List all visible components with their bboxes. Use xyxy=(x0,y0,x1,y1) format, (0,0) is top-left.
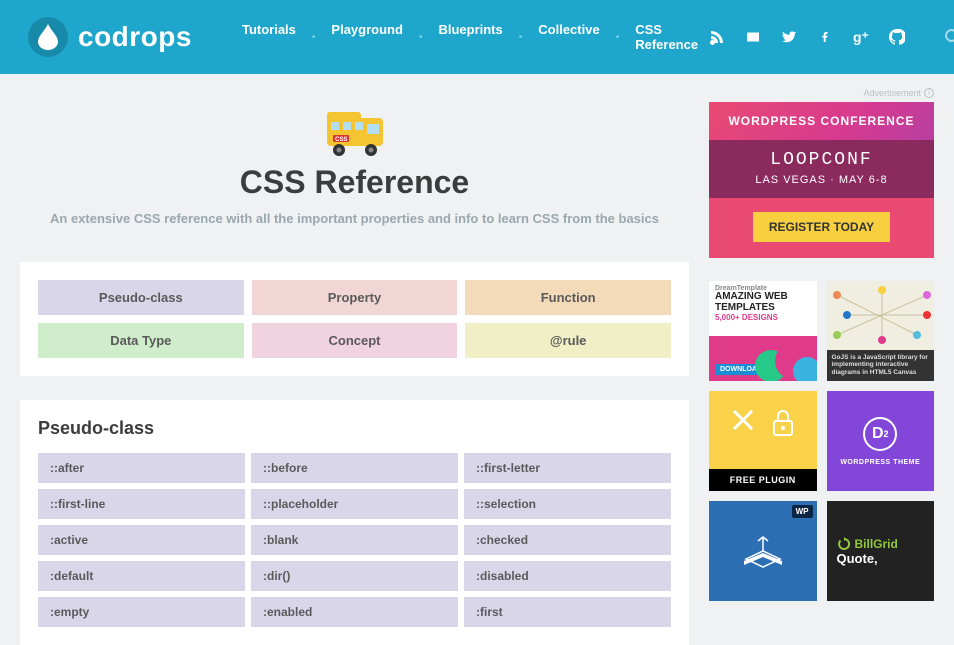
logo-text: codrops xyxy=(78,21,192,53)
page-wrap: CSS CSS Reference An extensive CSS refer… xyxy=(0,74,954,645)
ad-body: LOOPCONF LAS VEGAS · MAY 6-8 xyxy=(709,140,934,198)
list-item[interactable]: :checked xyxy=(464,525,671,555)
list-item[interactable]: ::before xyxy=(251,453,458,483)
cat-concept[interactable]: Concept xyxy=(252,323,458,358)
mail-icon[interactable] xyxy=(744,28,762,46)
nav-playground[interactable]: Playground xyxy=(321,16,413,58)
facebook-icon[interactable] xyxy=(816,28,834,46)
schoolbus-icon: CSS xyxy=(323,108,387,158)
svg-text:g⁺: g⁺ xyxy=(853,29,869,45)
nav-cssref[interactable]: CSS Reference xyxy=(625,16,708,58)
register-button[interactable]: REGISTER TODAY xyxy=(753,212,890,242)
list-item[interactable]: :blank xyxy=(251,525,458,555)
ad-heading: WORDPRESS CONFERENCE xyxy=(709,102,934,140)
list-item[interactable]: :disabled xyxy=(464,561,671,591)
ad-billgrid[interactable]: BillGrid Quote, xyxy=(827,501,935,601)
ad-grid: DreamTemplate AMAZING WEB TEMPLATES 5,00… xyxy=(709,281,934,601)
nav-blueprints[interactable]: Blueprints xyxy=(428,16,512,58)
list-item[interactable]: :default xyxy=(38,561,245,591)
github-icon[interactable] xyxy=(888,28,906,46)
main-column: CSS CSS Reference An extensive CSS refer… xyxy=(20,88,689,645)
logo[interactable]: codrops xyxy=(28,17,192,57)
twitter-icon[interactable] xyxy=(780,28,798,46)
ad-loopconf[interactable]: WORDPRESS CONFERENCE LOOPCONF LAS VEGAS … xyxy=(709,102,934,267)
recycle-icon xyxy=(837,537,851,551)
gplus-icon[interactable]: g⁺ xyxy=(852,28,870,46)
main-nav: Tutorials• Playground• Blueprints• Colle… xyxy=(232,16,708,58)
category-card: Pseudo-class Property Function Data Type… xyxy=(20,262,689,376)
cat-function[interactable]: Function xyxy=(465,280,671,315)
ad-wptheme[interactable]: D2 WORDPRESS THEME xyxy=(827,391,935,491)
list-item[interactable]: ::placeholder xyxy=(251,489,458,519)
cat-atrule[interactable]: @rule xyxy=(465,323,671,358)
section-grid: ::after ::before ::first-letter ::first-… xyxy=(38,453,671,627)
rss-icon[interactable] xyxy=(708,28,726,46)
ad-gojs[interactable]: GoJS is a JavaScript library for impleme… xyxy=(827,281,935,381)
ad-label: Advertisement i xyxy=(709,88,934,98)
ring-icon: D2 xyxy=(863,417,897,451)
drop-icon xyxy=(28,17,68,57)
ad-cta-wrap: REGISTER TODAY xyxy=(709,198,934,258)
list-item[interactable]: :active xyxy=(38,525,245,555)
header-icons: g⁺ xyxy=(708,28,954,46)
cat-property[interactable]: Property xyxy=(252,280,458,315)
nav-collective[interactable]: Collective xyxy=(528,16,609,58)
book-icon xyxy=(740,533,786,569)
section-pseudo-class: Pseudo-class ::after ::before ::first-le… xyxy=(20,400,689,645)
nav-tutorials[interactable]: Tutorials xyxy=(232,16,306,58)
svg-text:CSS: CSS xyxy=(335,137,347,143)
list-item[interactable]: ::selection xyxy=(464,489,671,519)
cat-datatype[interactable]: Data Type xyxy=(38,323,244,358)
section-heading: Pseudo-class xyxy=(38,418,671,439)
site-header: codrops Tutorials• Playground• Blueprint… xyxy=(0,0,954,74)
ad-freeplugin[interactable]: FREE PLUGIN xyxy=(709,391,817,491)
list-item[interactable]: :first xyxy=(464,597,671,627)
search-icon[interactable] xyxy=(944,28,954,46)
cat-pseudo-class[interactable]: Pseudo-class xyxy=(38,280,244,315)
list-item[interactable]: ::after xyxy=(38,453,245,483)
list-item[interactable]: ::first-letter xyxy=(464,453,671,483)
list-item[interactable]: :empty xyxy=(38,597,245,627)
list-item[interactable]: :enabled xyxy=(251,597,458,627)
list-item[interactable]: ::first-line xyxy=(38,489,245,519)
hero: CSS CSS Reference An extensive CSS refer… xyxy=(20,88,689,244)
info-icon: i xyxy=(924,88,934,98)
page-subtitle: An extensive CSS reference with all the … xyxy=(20,211,689,226)
sidebar: Advertisement i WORDPRESS CONFERENCE LOO… xyxy=(709,88,934,645)
list-item[interactable]: :dir() xyxy=(251,561,458,591)
page-title: CSS Reference xyxy=(20,164,689,201)
ad-dreamtemplate[interactable]: DreamTemplate AMAZING WEB TEMPLATES 5,00… xyxy=(709,281,817,381)
ad-wp[interactable]: WP xyxy=(709,501,817,601)
